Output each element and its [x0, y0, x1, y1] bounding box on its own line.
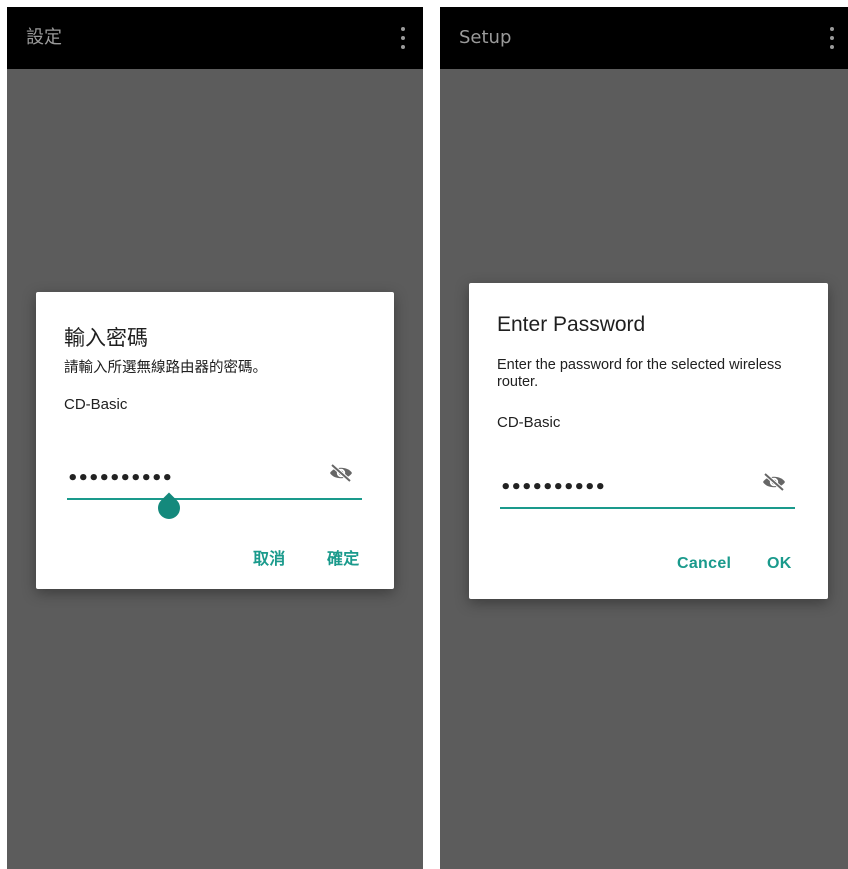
password-dialog: Enter Password Enter the password for th…: [469, 283, 828, 599]
cancel-button[interactable]: 取消: [253, 545, 286, 569]
screen-chinese: 設定 輸入密碼 請輸入所選無線路由器的密碼。 CD-Basic ••••••••…: [7, 7, 423, 869]
password-value: ••••••••••: [500, 477, 606, 498]
visibility-off-icon[interactable]: [328, 463, 354, 483]
app-bar: Setup: [440, 7, 848, 69]
dialog-message: 請輸入所選無線路由器的密碼。: [64, 360, 267, 376]
screen-english: Setup Enter Password Enter the password …: [440, 7, 848, 869]
password-value: ••••••••••: [67, 468, 173, 489]
dialog-title: 輸入密碼: [64, 327, 148, 350]
app-bar-title: Setup: [459, 27, 512, 48]
visibility-off-icon[interactable]: [761, 472, 787, 492]
more-vert-icon[interactable]: [830, 27, 834, 49]
ok-button[interactable]: OK: [767, 555, 792, 573]
password-input[interactable]: ••••••••••: [500, 469, 795, 509]
ok-button[interactable]: 確定: [327, 545, 360, 569]
cancel-button[interactable]: Cancel: [677, 555, 731, 573]
app-bar: 設定: [7, 7, 423, 69]
dialog-message: Enter the password for the selected wire…: [497, 357, 782, 390]
password-dialog: 輸入密碼 請輸入所選無線路由器的密碼。 CD-Basic •••••••••• …: [36, 292, 394, 589]
network-ssid: CD-Basic: [497, 414, 561, 431]
input-underline: [500, 507, 795, 509]
dialog-title: Enter Password: [497, 313, 646, 336]
input-underline: [67, 498, 362, 500]
more-vert-icon[interactable]: [401, 27, 405, 49]
network-ssid: CD-Basic: [64, 396, 128, 413]
app-bar-title: 設定: [26, 27, 62, 48]
password-input[interactable]: ••••••••••: [67, 460, 362, 524]
